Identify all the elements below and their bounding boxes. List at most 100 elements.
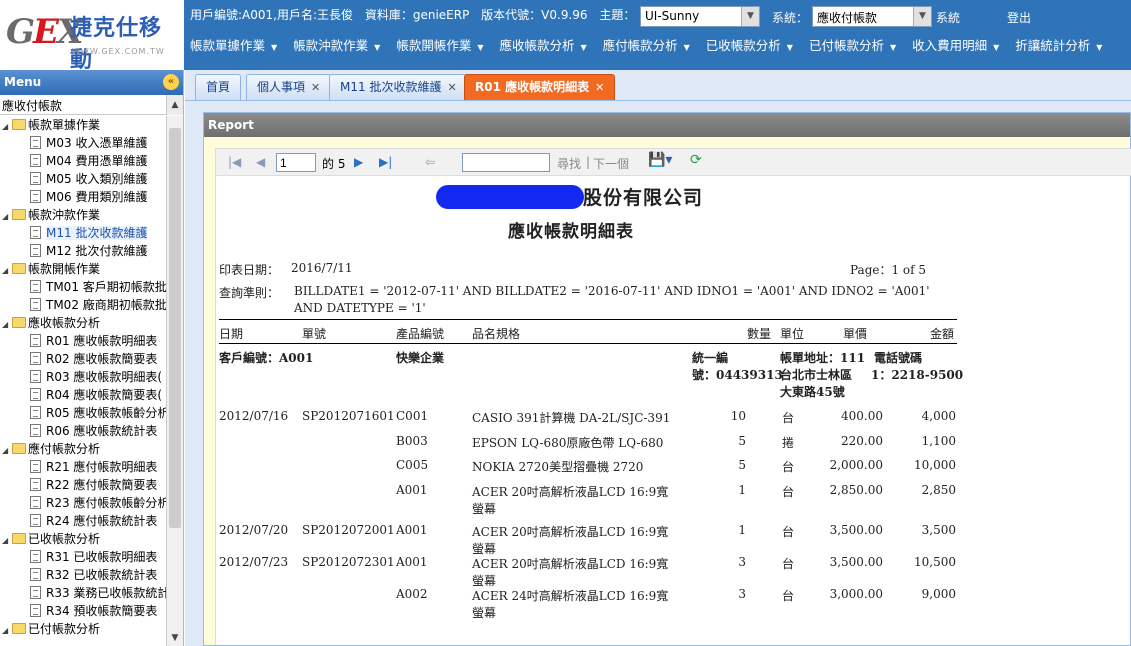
tree-item-label: R31 已收帳款明細表 [46,550,158,564]
tree-item-label: TM02 廠商期初帳款批 [46,298,166,312]
menu-item[interactable]: 應收帳款分析 ▼ [499,35,586,54]
last-page-icon[interactable]: ▶| [379,155,392,169]
criteria-label: 查詢準則： [219,286,280,300]
menu-item[interactable]: 帳款單據作業 ▼ [190,35,277,54]
chevron-down-icon: ▼ [741,7,759,26]
row-price: 3,500.00 [829,554,883,569]
tab-m11[interactable]: M11 批次收款維護 ✕ [329,74,468,100]
tree-item-label: TM01 客戶期初帳款批 [46,280,166,294]
folder-icon [12,263,26,274]
tab-home[interactable]: 首頁 [195,74,242,100]
menu-item-label: 帳款單據作業 [190,38,266,53]
billing-address-line-3: 大東路45號 [780,385,845,399]
tree-folder[interactable]: ◢ 已收帳款分析 [0,530,166,548]
tab-r01[interactable]: R01 應收帳款明細表 ✕ [464,74,616,100]
row-qty: 10 [730,409,746,423]
page-indicator: Page：1 of 5 [850,263,927,277]
system-select[interactable]: 應收付帳款 ▼ [812,6,932,27]
document-icon [30,190,41,203]
document-icon [30,550,41,563]
tree-folder[interactable]: ◢ 帳款單據作業 [0,116,166,134]
expand-toggle-icon[interactable]: ◢ [2,622,12,640]
document-icon [30,568,41,581]
tree-item[interactable]: R34 預收帳款簡要表 [0,602,166,620]
menu-item-label: 帳款開帳作業 [396,38,472,53]
tree-item[interactable]: M03 收入憑單維護 [0,134,166,152]
refresh-icon[interactable]: ⟳ [690,152,702,168]
tree-item[interactable]: M12 批次付款維護 [0,242,166,260]
scrollbar-thumb[interactable] [169,128,181,528]
page-number-input[interactable] [276,153,316,172]
scroll-down-icon[interactable]: ▼ [167,630,183,646]
tree-item[interactable]: R22 應付帳款簡要表 [0,476,166,494]
tree-item-label: R04 應收帳款簡要表( [46,388,163,402]
tree-folder[interactable]: ◢ 已付帳款分析 [0,620,166,638]
tree-item[interactable]: R33 業務已收帳款統計 [0,584,166,602]
menu-item[interactable]: 應付帳款分析 ▼ [603,35,690,54]
report-panel: Report |◀ ◀ 的 5 ▶ ▶| ⇦ 尋找 | 下一個 💾▾ ⟳ [203,112,1131,646]
prev-page-icon[interactable]: ◀ [256,155,265,169]
tree-item[interactable]: TM01 客戶期初帳款批 [0,278,166,296]
tree-item[interactable]: R02 應收帳款簡要表 [0,350,166,368]
document-icon [30,226,41,239]
tree-item[interactable]: M11 批次收款維護 [0,224,166,242]
tree-item[interactable]: M06 費用類別維護 [0,188,166,206]
tree-folder[interactable]: ◢ 帳款沖款作業 [0,206,166,224]
sidebar-filter[interactable]: 應收付帳款 ▲ [0,95,183,115]
tree-item[interactable]: R03 應收帳款明細表( [0,368,166,386]
tab-label: M11 批次收款維護 [340,80,442,94]
menu-item[interactable]: 已收帳款分析 ▼ [706,35,793,54]
logo: GEX 捷克仕移動 WWW.GEX.COM.TW [0,0,184,73]
scroll-up-icon[interactable]: ▲ [166,95,183,115]
first-page-icon[interactable]: |◀ [228,155,241,169]
tree-item-label: R22 應付帳款簡要表 [46,478,158,492]
theme-select[interactable]: UI-Sunny ▼ [640,6,760,27]
tree-folder[interactable]: ◢ 應收帳款分析 [0,314,166,332]
find-input[interactable] [462,153,550,172]
menu-item[interactable]: 帳款開帳作業 ▼ [396,35,483,54]
sidebar-scrollbar[interactable]: ▼ [166,116,183,646]
menu-item[interactable]: 折讓統計分析 ▼ [1015,35,1102,54]
tree-item[interactable]: TM02 廠商期初帳款批 [0,296,166,314]
close-icon[interactable]: ✕ [311,81,320,94]
menu-item-label: 帳款沖款作業 [293,38,369,53]
next-page-icon[interactable]: ▶ [354,155,363,169]
find-button[interactable]: 尋找 [557,155,581,172]
row-price: 3,000.00 [829,586,883,601]
menu-item[interactable]: 帳款沖款作業 ▼ [293,35,380,54]
close-icon[interactable]: ✕ [595,81,604,94]
tree-item[interactable]: R23 應付帳款帳齡分析 [0,494,166,512]
tree-folder[interactable]: ◢ 應付帳款分析 [0,440,166,458]
tree-item[interactable]: R01 應收帳款明細表 [0,332,166,350]
row-qty: 3 [738,554,746,569]
menu-item[interactable]: 已付帳款分析 ▼ [809,35,896,54]
tree-item[interactable]: M04 費用憑單維護 [0,152,166,170]
close-icon[interactable]: ✕ [447,81,456,94]
tab-label: R01 應收帳款明細表 [475,80,590,94]
collapse-icon[interactable]: « [163,74,179,90]
column-header-date: 日期 [219,327,244,341]
menu-item[interactable]: 收入費用明細 ▼ [912,35,999,54]
tree-item[interactable]: R04 應收帳款簡要表( [0,386,166,404]
tab-personal[interactable]: 個人事項 ✕ [246,74,332,100]
tree-item[interactable]: R06 應收帳款統計表 [0,422,166,440]
tree-folder[interactable]: ◢ 帳款開帳作業 [0,260,166,278]
tree-item[interactable]: R31 已收帳款明細表 [0,548,166,566]
divider [219,343,957,344]
tree-item-label: M03 收入憑單維護 [46,136,148,150]
back-icon[interactable]: ⇦ [425,155,435,169]
caret-down-icon: ▼ [993,43,1000,52]
tree-item[interactable]: R24 應付帳款統計表 [0,512,166,530]
document-icon [30,406,41,419]
tree-item[interactable]: R32 已收帳款統計表 [0,566,166,584]
tree-item[interactable]: R21 應付帳款明細表 [0,458,166,476]
logout-link[interactable]: 登出 [1007,9,1031,26]
find-next-button[interactable]: 下一個 [593,155,629,172]
tree-item[interactable]: R05 應收帳款帳齡分析 [0,404,166,422]
row-amount: 9,000 [921,586,956,601]
tree-item[interactable]: M05 收入類別維護 [0,170,166,188]
report-panel-title: Report [204,113,1130,137]
row-code: A001 [396,554,428,569]
export-icon[interactable]: 💾▾ [648,152,672,168]
row-amount: 10,000 [914,458,956,472]
